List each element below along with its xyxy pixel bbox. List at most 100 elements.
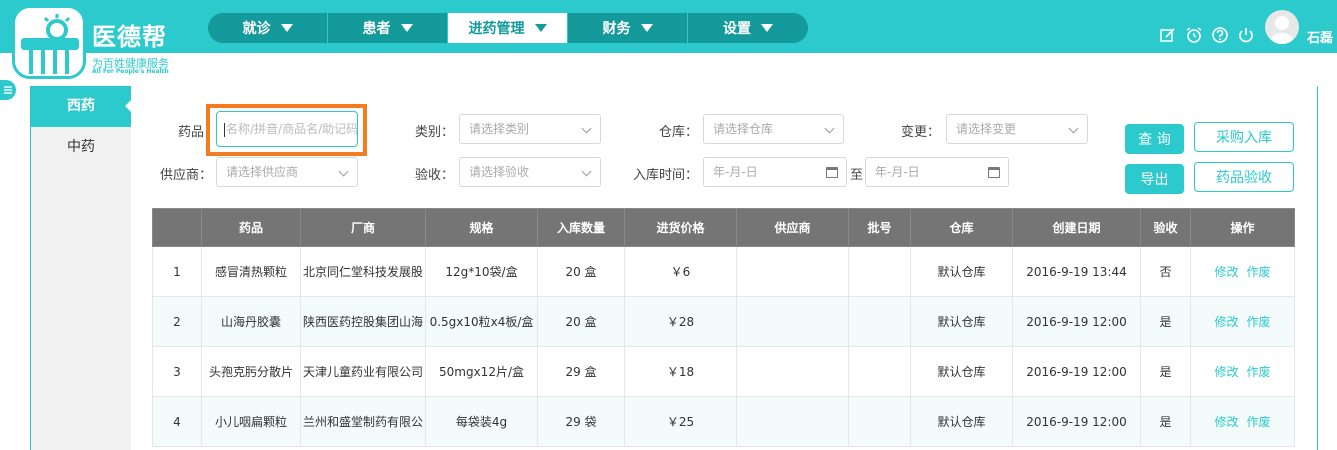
cell-spec: 12g*10袋/盒	[425, 246, 538, 297]
sidebar-item-chinese-medicine[interactable]: 中药	[31, 127, 131, 168]
cell-warehouse: 默认仓库	[910, 246, 1013, 297]
inspection-label: 验收：	[414, 168, 454, 183]
cell-date: 2016-9-19 12:00	[1012, 346, 1141, 397]
col-header-maker: 厂商	[300, 208, 426, 247]
cell-batch	[848, 346, 911, 397]
cell-warehouse: 默认仓库	[910, 396, 1013, 447]
void-link[interactable]: 作废	[1247, 415, 1271, 429]
table-row: 4 小儿咽扁颗粒 兰州和盛堂制药有限公 每袋装4g 29 袋 ￥25 默认仓库 …	[152, 396, 1295, 447]
cell-maker: 北京同仁堂科技发展股	[300, 246, 426, 297]
supplier-placeholder: 请选择供应商	[226, 165, 299, 179]
drug-label: 药品	[177, 125, 204, 140]
cell-price: ￥25	[624, 396, 737, 447]
cell-date: 2016-9-19 12:00	[1012, 396, 1141, 447]
username[interactable]: 石磊	[1307, 27, 1337, 46]
cell-drug: 头孢克肟分散片	[201, 346, 301, 397]
col-header-qty: 入库数量	[537, 208, 625, 247]
stock-in-table: 药品 厂商 规格 入库数量 进货价格 供应商 批号 仓库 创建日期 验收 操作 …	[152, 208, 1295, 447]
cell-spec: 0.5gx10粒x4板/盒	[425, 296, 538, 347]
nav-item-drug-management[interactable]: 进药管理	[448, 13, 568, 43]
cell-warehouse: 默认仓库	[910, 296, 1013, 347]
nav-item-patients[interactable]: 患者	[328, 13, 448, 43]
col-header-no	[152, 208, 202, 247]
supplier-select[interactable]: 请选择供应商	[216, 157, 358, 187]
nav-item-settings[interactable]: 设置	[688, 13, 808, 43]
change-select[interactable]: 请选择变更	[946, 114, 1088, 144]
avatar[interactable]	[1265, 10, 1299, 44]
table-row: 1 感冒清热颗粒 北京同仁堂科技发展股 12g*10袋/盒 20 盒 ￥6 默认…	[152, 246, 1295, 297]
drug-inspection-button[interactable]: 药品验收	[1194, 162, 1294, 192]
void-link[interactable]: 作废	[1247, 365, 1271, 379]
category-placeholder: 请选择类别	[469, 122, 530, 136]
stock-in-date-label: 入库时间：	[632, 168, 698, 183]
edit-link[interactable]: 修改	[1214, 315, 1238, 329]
cell-batch	[848, 246, 911, 297]
calendar-icon	[826, 167, 838, 178]
category-select[interactable]: 请选择类别	[459, 114, 601, 144]
cell-date: 2016-9-19 13:44	[1012, 246, 1141, 297]
alarm-clock-icon[interactable]	[1183, 24, 1205, 46]
cell-supplier	[736, 246, 849, 297]
caret-down-icon	[400, 24, 413, 32]
cell-drug: 山海丹胶囊	[201, 296, 301, 347]
col-header-warehouse: 仓库	[910, 208, 1013, 247]
caret-down-icon	[280, 24, 293, 32]
caret-down-icon	[534, 24, 547, 32]
inspection-select[interactable]: 请选择验收	[459, 157, 601, 187]
chevron-down-icon	[824, 123, 835, 134]
void-link[interactable]: 作废	[1247, 315, 1271, 329]
col-header-supplier: 供应商	[736, 208, 849, 247]
cell-checked: 是	[1140, 346, 1191, 397]
logo-octopus-icon	[12, 5, 86, 79]
power-icon[interactable]	[1235, 24, 1257, 46]
table-row: 3 头孢克肟分散片 天津儿童药业有限公司 50mgx12片/盒 29 盒 ￥18…	[152, 346, 1295, 397]
cell-supplier	[736, 346, 849, 397]
change-label: 变更：	[900, 125, 940, 140]
app-logo[interactable]: 医德帮 为百姓健康服务 All For People's Health	[12, 5, 192, 79]
cell-checked: 否	[1140, 246, 1191, 297]
edit-icon[interactable]	[1157, 24, 1179, 46]
nav-item-finance[interactable]: 财务	[568, 13, 688, 43]
sidebar-toggle-menu-icon[interactable]	[0, 80, 16, 100]
col-header-batch: 批号	[848, 208, 911, 247]
date-range-separator: 至	[850, 168, 864, 183]
app-name: 医德帮	[92, 23, 167, 51]
edit-link[interactable]: 修改	[1214, 265, 1238, 279]
edit-link[interactable]: 修改	[1214, 365, 1238, 379]
col-header-price: 进货价格	[624, 208, 737, 247]
cell-no: 2	[152, 296, 202, 347]
cell-qty: 20 盒	[537, 246, 625, 297]
date-from-input[interactable]: 年-月-日	[703, 157, 847, 187]
cell-no: 3	[152, 346, 202, 397]
cell-checked: 是	[1140, 396, 1191, 447]
warehouse-select[interactable]: 请选择仓库	[703, 114, 844, 144]
warehouse-label: 仓库：	[658, 125, 698, 140]
query-button[interactable]: 查 询	[1125, 124, 1184, 154]
header-tools: 石磊	[1153, 8, 1337, 46]
cell-spec: 每袋装4g	[425, 396, 538, 447]
cell-price: ￥6	[624, 246, 737, 297]
cell-maker: 兰州和盛堂制药有限公	[300, 396, 426, 447]
table-header-row: 药品 厂商 规格 入库数量 进货价格 供应商 批号 仓库 创建日期 验收 操作	[152, 208, 1295, 247]
export-button[interactable]: 导出	[1125, 164, 1184, 194]
void-link[interactable]: 作废	[1247, 265, 1271, 279]
cell-maker: 天津儿童药业有限公司	[300, 346, 426, 397]
category-label: 类别：	[414, 125, 454, 140]
cell-batch	[848, 396, 911, 447]
help-icon[interactable]	[1209, 24, 1231, 46]
sidebar-item-western-medicine[interactable]: 西药	[31, 86, 132, 127]
cell-checked: 是	[1140, 296, 1191, 347]
purchase-in-button[interactable]: 采购入库	[1194, 122, 1294, 152]
cell-qty: 20 盒	[537, 296, 625, 347]
cell-no: 1	[152, 246, 202, 297]
date-to-input[interactable]: 年-月-日	[865, 157, 1009, 187]
chevron-down-icon	[338, 166, 349, 177]
caret-down-icon	[640, 24, 653, 32]
col-header-checked: 验收	[1140, 208, 1191, 247]
cell-supplier	[736, 296, 849, 347]
col-header-spec: 规格	[425, 208, 538, 247]
nav-item-visit[interactable]: 就诊	[208, 13, 328, 43]
edit-link[interactable]: 修改	[1214, 415, 1238, 429]
nav-item-label: 进药管理	[468, 21, 525, 37]
change-placeholder: 请选择变更	[956, 122, 1017, 136]
